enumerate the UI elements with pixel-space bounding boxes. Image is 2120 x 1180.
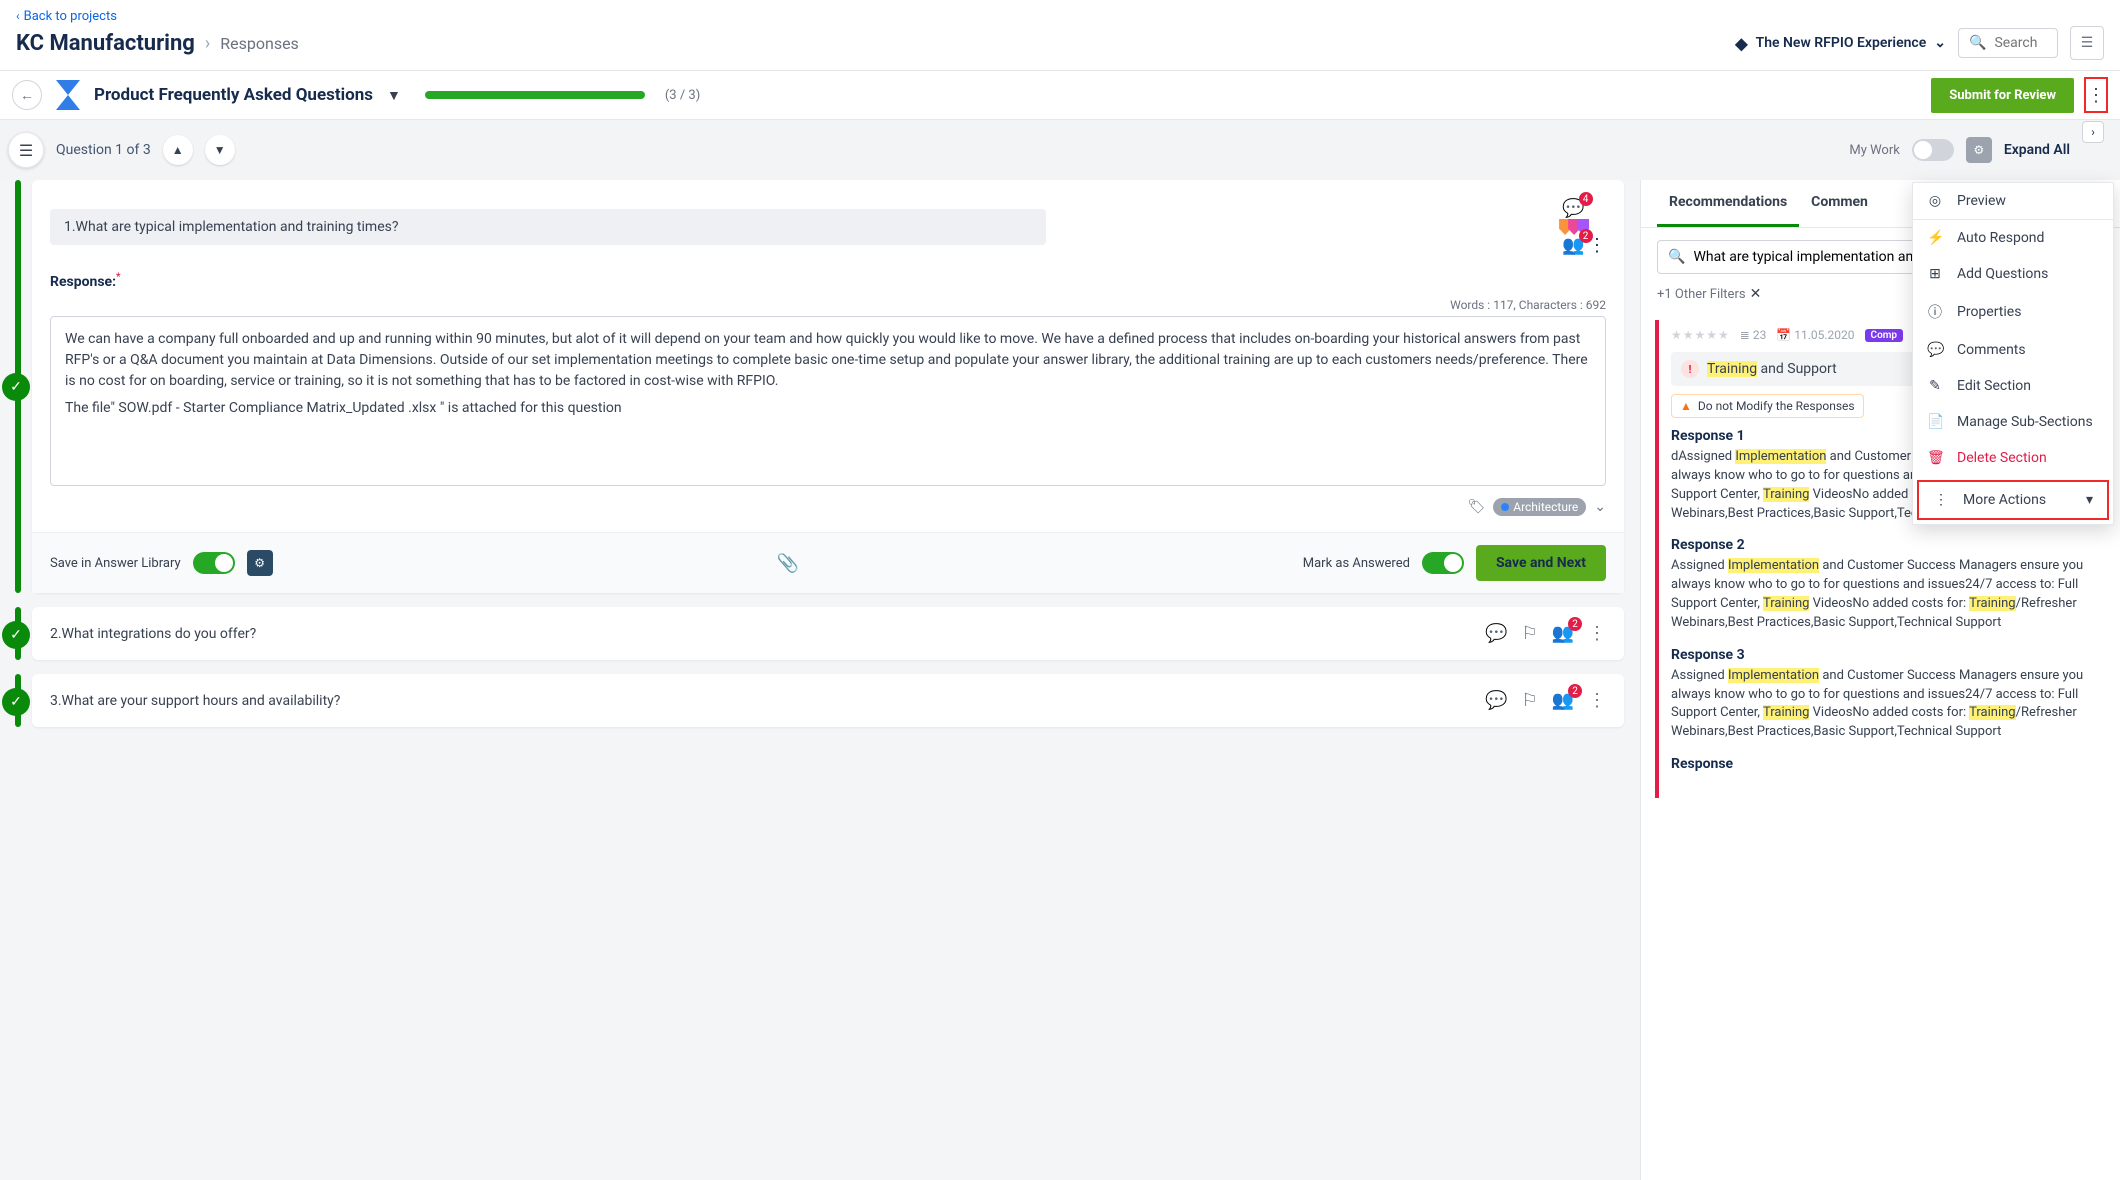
chevron-down-icon: ⌄: [1934, 35, 1946, 51]
chevron-down-icon[interactable]: ⌄: [1594, 499, 1606, 515]
tag-architecture[interactable]: Architecture: [1493, 498, 1586, 516]
global-search[interactable]: 🔍: [1958, 28, 2058, 58]
info-icon: ⓘ: [1927, 302, 1943, 322]
search-icon: 🔍: [1668, 249, 1685, 265]
filter-chip[interactable]: +1 Other Filters: [1657, 287, 1746, 302]
menu-manage-subsections[interactable]: 📄Manage Sub-Sections: [1913, 404, 2113, 440]
filter-icon: ☰: [2081, 35, 2094, 51]
library-settings-button[interactable]: ⚙: [247, 550, 273, 576]
view-settings-button[interactable]: ⚙: [1966, 137, 1992, 163]
question-card-open: ✓ 1.What are typical implementation and …: [32, 180, 1624, 593]
kebab-icon: ⋮: [1933, 492, 1949, 508]
question-more-icon[interactable]: ⋮: [1588, 235, 1606, 256]
stack-icon: ≣ 23: [1740, 328, 1767, 342]
tab-recommendations[interactable]: Recommendations: [1657, 180, 1799, 227]
recommendation-response: Response: [1671, 756, 2104, 772]
project-title: KC Manufacturing: [16, 31, 195, 56]
submit-for-review-button[interactable]: Submit for Review: [1931, 78, 2074, 113]
response-editor[interactable]: We can have a company full onboarded and…: [50, 316, 1606, 486]
global-filter-button[interactable]: ☰: [2070, 26, 2104, 60]
calendar-icon: 📅 11.05.2020: [1776, 328, 1854, 342]
more-actions-menu: ◎Preview ⚡Auto Respond ⊞Add Questions ⓘP…: [1912, 182, 2114, 525]
status-complete-icon: ✓: [2, 621, 30, 649]
section-title: Product Frequently Asked Questions: [94, 85, 373, 105]
menu-preview[interactable]: ◎Preview: [1913, 183, 2113, 219]
save-and-next-button[interactable]: Save and Next: [1476, 545, 1606, 581]
flag-icon[interactable]: ⚐: [1521, 690, 1537, 711]
people-icon[interactable]: 👥2: [1552, 690, 1574, 711]
bolt-icon: ⚡: [1927, 230, 1943, 246]
progress-bar: [425, 91, 645, 99]
recommendation-response: Response 3 Assigned Implementation and C…: [1671, 647, 2104, 742]
recommendation-response: Response 2 Assigned Implementation and C…: [1671, 537, 2104, 632]
question-counter: Question 1 of 3: [56, 142, 151, 158]
alert-icon: ▲: [1680, 399, 1692, 413]
comment-icon: 💬: [1927, 342, 1943, 358]
question-card-collapsed: ✓ 2.What integrations do you offer? 💬 ⚐ …: [32, 607, 1624, 660]
word-count: Words : 117, Characters : 692: [50, 298, 1606, 312]
breadcrumb: KC Manufacturing › Responses: [16, 31, 299, 56]
star-rating[interactable]: ★★★★★: [1671, 328, 1730, 342]
chevron-left-icon: ‹: [16, 9, 20, 23]
progress-count: (3 / 3): [665, 88, 700, 103]
back-button[interactable]: ←: [12, 80, 42, 110]
do-not-modify-notice: ▲Do not Modify the Responses: [1671, 394, 1864, 418]
flag-icon[interactable]: ⚐: [1521, 623, 1537, 644]
save-library-toggle[interactable]: [193, 552, 235, 574]
search-input[interactable]: [1994, 35, 2054, 51]
tag-icon: 🏷: [1467, 499, 1485, 515]
question-more-icon[interactable]: ⋮: [1588, 690, 1606, 711]
save-library-label: Save in Answer Library: [50, 556, 181, 571]
search-icon: 🔍: [1969, 35, 1986, 51]
recommendations-panel: Recommendations Commen 🔍 +1 Other Filter…: [1640, 180, 2120, 1180]
section-more-button[interactable]: ⋮: [2084, 77, 2108, 113]
diamond-icon: ◆: [1735, 34, 1747, 53]
question-more-icon[interactable]: ⋮: [1588, 623, 1606, 644]
people-icon[interactable]: 👥2: [1562, 235, 1584, 256]
chevron-down-icon: ▾: [2086, 492, 2093, 508]
tab-comments[interactable]: Commen: [1799, 180, 1880, 227]
prev-question-button[interactable]: ▲: [163, 135, 193, 165]
menu-edit-section[interactable]: ✎Edit Section: [1913, 368, 2113, 404]
menu-auto-respond[interactable]: ⚡Auto Respond: [1913, 220, 2113, 256]
people-icon[interactable]: 👥2: [1552, 623, 1574, 644]
plus-icon: ⊞: [1927, 266, 1943, 282]
mark-answered-label: Mark as Answered: [1303, 556, 1410, 571]
question-text: 1.What are typical implementation and tr…: [50, 209, 1046, 245]
status-complete-icon: ✓: [2, 688, 30, 716]
panel-collapse-button[interactable]: ›: [2082, 121, 2104, 143]
experience-switcher[interactable]: ◆ The New RFPIO Experience ⌄: [1735, 34, 1946, 53]
response-label: Response:*: [50, 274, 1606, 290]
expand-all-button[interactable]: Expand All: [2004, 142, 2070, 158]
status-badge: Comp: [1865, 329, 1904, 342]
menu-delete-section[interactable]: 🗑Delete Section: [1913, 440, 2113, 476]
menu-add-questions[interactable]: ⊞Add Questions: [1913, 256, 2113, 292]
question-text[interactable]: 2.What integrations do you offer?: [50, 626, 1475, 642]
comment-icon[interactable]: 💬: [1485, 690, 1507, 711]
comment-icon[interactable]: 💬: [1485, 623, 1507, 644]
outline-toggle-button[interactable]: ☰: [8, 132, 44, 168]
section-dropdown[interactable]: ▼: [387, 87, 401, 104]
menu-more-actions[interactable]: ⋮More Actions ▾: [1917, 480, 2109, 520]
warning-icon: !: [1681, 360, 1699, 378]
attachment-button[interactable]: 📎: [776, 553, 798, 574]
document-icon: 📄: [1927, 414, 1943, 430]
section-type-icon: [56, 80, 80, 110]
clear-filter-icon[interactable]: ✕: [1750, 286, 1762, 302]
question-card-collapsed: ✓ 3.What are your support hours and avai…: [32, 674, 1624, 727]
next-question-button[interactable]: ▼: [205, 135, 235, 165]
back-to-projects-link[interactable]: ‹Back to projects: [16, 9, 117, 24]
eye-icon: ◎: [1927, 193, 1943, 209]
breadcrumb-responses[interactable]: Responses: [220, 34, 299, 53]
menu-properties[interactable]: ⓘProperties: [1913, 292, 2113, 332]
my-work-label: My Work: [1849, 143, 1899, 158]
question-text[interactable]: 3.What are your support hours and availa…: [50, 693, 1475, 709]
mark-answered-toggle[interactable]: [1422, 552, 1464, 574]
trash-icon: 🗑: [1927, 450, 1943, 466]
my-work-toggle[interactable]: [1912, 139, 1954, 161]
menu-comments[interactable]: 💬Comments: [1913, 332, 2113, 368]
status-complete-icon: ✓: [2, 373, 30, 401]
pencil-icon: ✎: [1927, 378, 1943, 394]
